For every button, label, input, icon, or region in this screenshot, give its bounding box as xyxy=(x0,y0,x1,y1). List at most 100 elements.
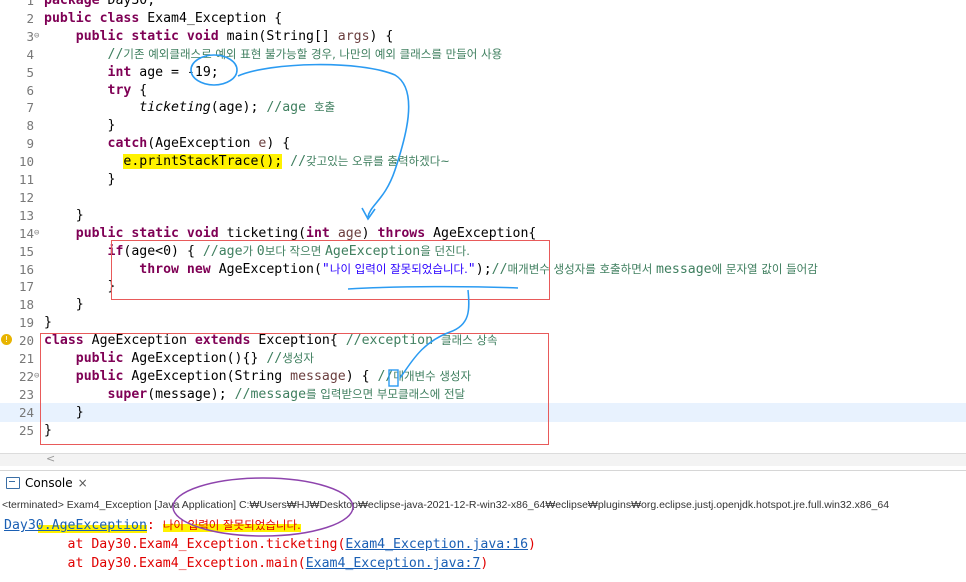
source-link[interactable]: Exam4_Exception.java:16 xyxy=(345,537,528,552)
code-token: { xyxy=(131,82,148,98)
code-token: } xyxy=(44,422,52,438)
code-token: Day30; xyxy=(99,0,156,8)
horizontal-scrollbar[interactable]: < xyxy=(0,452,966,466)
code-token: ) { xyxy=(369,28,394,44)
code-token: public xyxy=(75,351,124,366)
line-number: 5 xyxy=(26,64,34,80)
close-icon[interactable]: × xyxy=(78,476,88,490)
code-line[interactable]: 12 xyxy=(0,188,966,207)
line-number: 23 xyxy=(18,386,34,402)
line-number: 18 xyxy=(18,297,34,313)
line-number: 15 xyxy=(18,243,34,259)
error-separator: : xyxy=(146,518,163,533)
code-token: // xyxy=(491,261,508,277)
code-token: 매개변수 생성자 xyxy=(393,368,472,383)
code-text: } xyxy=(44,313,52,332)
fold-toggle-icon[interactable]: ⊖ xyxy=(34,367,39,386)
code-token: //age xyxy=(202,243,243,259)
code-text: //기존 예외클래스로 예외 표현 불가능할 경우, 나만의 예외 클래스를 만… xyxy=(44,45,503,64)
code-line[interactable]: 10 e.printStackTrace(); //갖고있는 오류를 출력하겠다… xyxy=(0,152,966,171)
stack-trace-text: at Day30.Exam4_Exception.ticketing( xyxy=(4,537,346,552)
code-line[interactable]: 23 super(message); //message를 입력받으면 부모클래… xyxy=(0,385,966,404)
code-token: // xyxy=(377,368,394,384)
code-text: class AgeException extends Exception{ //… xyxy=(44,331,498,350)
code-line[interactable]: 6 try { xyxy=(0,81,966,100)
line-number: 4 xyxy=(26,46,34,62)
fold-toggle-icon[interactable]: ⊖ xyxy=(34,224,39,243)
code-token: 나이 입력이 잘못되었습니다. xyxy=(329,261,468,276)
fold-toggle-icon[interactable]: ⊖ xyxy=(34,27,39,46)
code-line[interactable]: ! 20 class AgeException extends Exception{… xyxy=(0,331,966,350)
code-line[interactable]: 7 ticketing(age); //age 호출 xyxy=(0,98,966,117)
code-token: try xyxy=(107,82,132,98)
line-number: 9 xyxy=(26,136,34,152)
code-line[interactable]: 13 } xyxy=(0,206,966,225)
code-text: try { xyxy=(44,81,148,100)
code-line[interactable]: 2 public class Exam4_Exception { xyxy=(0,9,966,28)
code-line[interactable]: 25} xyxy=(0,421,966,440)
code-token: main(String[] xyxy=(218,28,338,44)
scroll-left-icon[interactable]: < xyxy=(46,452,55,465)
code-token: class xyxy=(44,333,84,349)
code-line[interactable]: 14 ⊖ public static void ticketing(int age… xyxy=(0,224,966,243)
code-line[interactable]: 18 } xyxy=(0,295,966,314)
code-line[interactable]: 9 catch(AgeException e) { xyxy=(0,134,966,153)
console-view: Console × xyxy=(0,470,966,495)
code-token: public xyxy=(75,368,124,384)
stack-trace-text: at Day30.Exam4_Exception.main( xyxy=(4,556,306,571)
line-number: 13 xyxy=(18,207,34,223)
code-token: AgeException{ xyxy=(425,225,537,241)
code-text: } xyxy=(44,206,84,225)
error-class-link[interactable]: Day30.AgeException xyxy=(4,518,147,533)
line-number: 3 xyxy=(26,28,34,44)
code-token: 을 던진다. xyxy=(420,243,470,258)
code-line[interactable]: 8 } xyxy=(0,116,966,135)
code-line[interactable]: 21 public AgeException(){} //생성자 xyxy=(0,349,966,368)
source-link[interactable]: Exam4_Exception.java:7 xyxy=(306,556,481,571)
code-line[interactable]: 4 //기존 예외클래스로 예외 표현 불가능할 경우, 나만의 예외 클래스를… xyxy=(0,45,966,64)
code-token: package xyxy=(44,0,100,8)
code-line[interactable]: 22 ⊖ public AgeException(String message) … xyxy=(0,367,966,386)
code-token: AgeException( xyxy=(210,261,322,277)
code-text: public AgeException(String message) { //… xyxy=(44,367,471,386)
code-text: ticketing(age); //age 호출 xyxy=(44,98,335,117)
code-token: if xyxy=(107,243,124,259)
line-number: 10 xyxy=(18,154,34,170)
line-number: 22 xyxy=(18,368,34,384)
code-line[interactable]: 17 } xyxy=(0,277,966,296)
code-line[interactable]: 5 int age = -19; xyxy=(0,63,966,82)
code-token: ticketing( xyxy=(218,225,307,241)
tab-console[interactable]: Console × xyxy=(6,476,88,490)
code-line[interactable]: 11 } xyxy=(0,170,966,189)
line-number: 21 xyxy=(18,351,34,366)
code-editor[interactable]: 1 package Day30; 2 public class Exam4_Excep… xyxy=(0,0,966,445)
line-number: 16 xyxy=(18,261,34,277)
code-token: ticketing xyxy=(139,100,211,116)
code-line[interactable]: 24 } xyxy=(0,402,966,422)
code-token: throws xyxy=(377,225,426,241)
code-token: // xyxy=(266,351,283,366)
code-token: (age); xyxy=(210,100,267,116)
code-line[interactable]: 3 ⊖ public static void main(String[] args… xyxy=(0,27,966,46)
line-number: 12 xyxy=(18,189,34,205)
error-message: 나이 입력이 잘못되었습니다. xyxy=(162,518,301,532)
code-token: 에 문자열 값이 들어감 xyxy=(711,261,818,276)
code-line[interactable]: 19} xyxy=(0,313,966,332)
code-token: ) xyxy=(361,225,378,241)
code-token: Exam4_Exception { xyxy=(139,10,283,26)
code-token: } xyxy=(44,404,84,420)
code-line[interactable]: 15 if(age<0) { //age가 0보다 작으면 AgeExcepti… xyxy=(0,242,966,261)
code-line[interactable]: 16 throw new AgeException("나이 입력이 잘못되었습니… xyxy=(0,260,966,279)
code-token: age xyxy=(337,225,362,241)
code-token: public static void xyxy=(75,225,219,241)
code-token: // xyxy=(282,154,307,170)
code-token: AgeException xyxy=(83,333,195,349)
line-number: 19 xyxy=(18,315,34,331)
code-text: catch(AgeException e) { xyxy=(44,134,291,153)
